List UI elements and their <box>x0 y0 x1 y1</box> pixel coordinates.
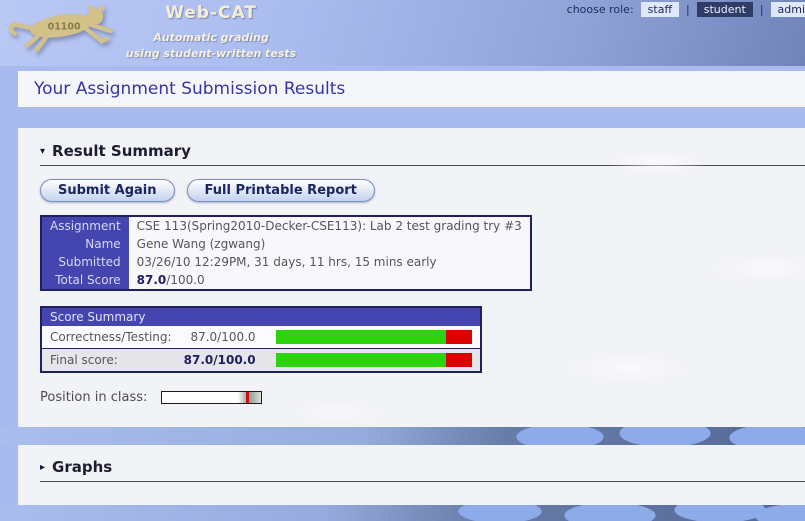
submit-again-button[interactable]: Submit Again <box>40 179 175 202</box>
name-value: Gene Wang (zgwang) <box>129 235 531 253</box>
position-in-class-row: Position in class: <box>40 390 805 405</box>
score-summary-table: Score Summary Correctness/Testing: 87.0/… <box>40 306 482 373</box>
table-row: Submitted 03/26/10 12:29PM, 31 days, 11 … <box>41 253 531 271</box>
position-in-class-label: Position in class: <box>40 390 147 405</box>
leaping-cat-logo-icon: 01100 <box>8 1 120 65</box>
position-in-class-widget <box>161 391 262 404</box>
result-summary-toggle[interactable]: ▾ Result Summary <box>40 142 191 160</box>
result-summary-module: ▾ Result Summary Submit Again Full Print… <box>18 128 805 427</box>
score-bar-cell <box>268 349 481 373</box>
graphs-module: ▸ Graphs <box>18 445 805 505</box>
result-summary-heading: Result Summary <box>52 142 191 160</box>
action-buttons: Submit Again Full Printable Report <box>40 179 805 202</box>
table-row: Final score: 87.0/100.0 <box>41 349 481 373</box>
tagline-line2: using student-written tests <box>118 46 304 62</box>
score-progress-fill <box>276 330 447 344</box>
app-header: 01100 Web-CAT Automatic grading using st… <box>0 0 805 66</box>
table-row: Assignment CSE 113(Spring2010-Decker-CSE… <box>41 216 531 235</box>
chevron-right-icon: ▸ <box>40 462 45 473</box>
role-separator: | <box>686 3 690 16</box>
submitted-value: 03/26/10 12:29PM, 31 days, 11 hrs, 15 mi… <box>129 253 531 271</box>
brand-title: Web-CAT <box>118 3 304 23</box>
bottom-band <box>0 505 805 521</box>
brand-tagline: Automatic grading using student-written … <box>118 30 304 62</box>
score-row-label: Final score: <box>41 349 180 373</box>
position-marker <box>246 392 249 403</box>
score-number: 87.0 <box>137 273 167 287</box>
role-separator: | <box>760 3 764 16</box>
total-score-value: 87.0/100.0 <box>129 271 531 290</box>
score-bar-cell <box>268 326 481 349</box>
row-label: Name <box>41 235 129 253</box>
score-progress-bar <box>276 353 472 367</box>
role-chip-staff[interactable]: staff <box>641 2 679 17</box>
table-row: Total Score 87.0/100.0 <box>41 271 531 290</box>
score-progress-bar <box>276 330 472 344</box>
score-denominator: /100.0 <box>166 273 204 287</box>
section-divider <box>40 481 805 482</box>
assignment-value: CSE 113(Spring2010-Decker-CSE113): Lab 2… <box>129 216 531 235</box>
score-row-value: 87.0/100.0 <box>180 349 268 373</box>
tagline-line1: Automatic grading <box>118 30 304 46</box>
row-label: Total Score <box>41 271 129 290</box>
logo-binary-text: 01100 <box>48 21 81 32</box>
chevron-down-icon: ▾ <box>40 146 45 157</box>
graphs-toggle[interactable]: ▸ Graphs <box>40 458 112 476</box>
assignment-info-table: Assignment CSE 113(Spring2010-Decker-CSE… <box>40 215 532 291</box>
section-divider <box>40 165 805 166</box>
separator-band <box>0 427 805 445</box>
role-chip-admin[interactable]: admin <box>771 2 805 17</box>
full-printable-report-button[interactable]: Full Printable Report <box>187 179 375 202</box>
score-summary-header: Score Summary <box>41 307 481 326</box>
table-row: Name Gene Wang (zgwang) <box>41 235 531 253</box>
row-label: Assignment <box>41 216 129 235</box>
spacer <box>0 107 805 128</box>
brand-block: Web-CAT Automatic grading using student-… <box>118 3 304 62</box>
page-title: Your Assignment Submission Results <box>34 79 345 99</box>
page-title-bar: Your Assignment Submission Results <box>18 71 805 107</box>
webcat-page: 01100 Web-CAT Automatic grading using st… <box>0 0 805 521</box>
table-row: Correctness/Testing: 87.0/100.0 <box>41 326 481 349</box>
role-switcher: choose role: staff | student | admin <box>567 2 805 17</box>
score-row-value: 87.0/100.0 <box>180 326 268 349</box>
choose-role-label: choose role: <box>567 3 634 16</box>
graphs-heading: Graphs <box>52 458 112 476</box>
score-summary-header-row: Score Summary <box>41 307 481 326</box>
role-chip-student[interactable]: student <box>697 2 753 17</box>
position-distribution-shade <box>238 392 262 403</box>
score-progress-fill <box>276 353 447 367</box>
row-label: Submitted <box>41 253 129 271</box>
score-row-label: Correctness/Testing: <box>41 326 180 349</box>
